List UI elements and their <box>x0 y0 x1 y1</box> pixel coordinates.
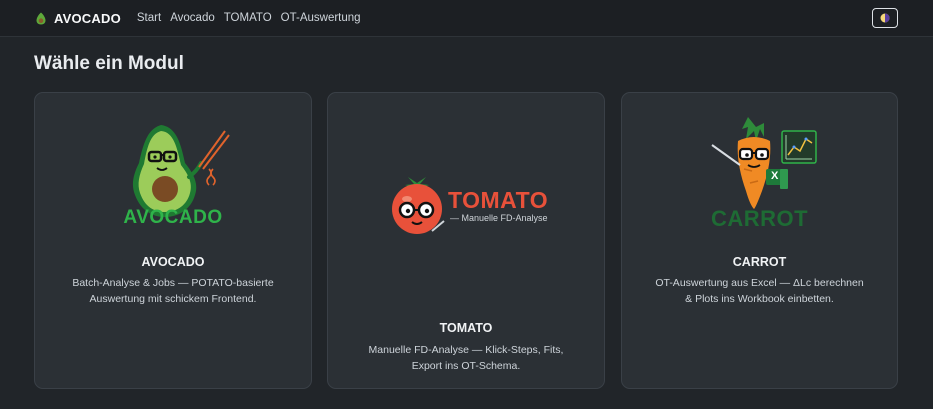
module-card-carrot[interactable]: X CARROT CARROT OT-Auswertung aus Excel … <box>621 92 898 389</box>
nav-link-ot-auswertung[interactable]: OT-Auswertung <box>281 12 361 24</box>
theme-contrast-icon <box>880 13 890 23</box>
nav-link-tomato[interactable]: TOMATO <box>224 12 272 24</box>
module-description-avocado: Batch-Analyse & Jobs — POTATO-basierte A… <box>72 277 274 305</box>
module-card-avocado[interactable]: AVOCADO AVOCADO Batch-Analyse & Jobs — P… <box>34 92 312 389</box>
theme-toggle-button[interactable] <box>872 8 898 28</box>
module-card-tomato[interactable]: TOMATO — Manuelle FD-Analyse TOMATO Manu… <box>327 92 605 389</box>
nav-link-start[interactable]: Start <box>137 12 161 24</box>
module-description-carrot: OT-Auswertung aus Excel — ΔLc berechnen … <box>655 277 864 305</box>
page-title: Wähle ein Modul <box>34 53 184 74</box>
tomato-logo-text: TOMATO <box>448 187 549 213</box>
carrot-logo <box>711 117 817 209</box>
nav-link-avocado[interactable]: Avocado <box>170 12 215 24</box>
module-description-tomato: Manuelle FD-Analyse — Klick-Steps, Fits,… <box>368 344 564 372</box>
excel-x-label: X <box>771 170 779 182</box>
avocado-icon <box>36 12 46 24</box>
module-title-carrot: CARROT <box>732 255 787 269</box>
brand-label: AVOCADO <box>54 10 121 26</box>
navbar: AVOCADO Start Avocado TOMATO OT-Auswertu… <box>0 0 933 37</box>
tomato-logo-subtext: — Manuelle FD-Analyse <box>450 213 548 223</box>
module-title-avocado: AVOCADO <box>141 255 205 269</box>
carrot-logo-text: CARROT <box>710 206 809 231</box>
nav-links: Start Avocado TOMATO OT-Auswertung <box>137 12 370 24</box>
brand-link[interactable]: AVOCADO <box>35 11 121 26</box>
avocado-logo-text: AVOCADO <box>123 207 223 228</box>
tomato-logo <box>392 177 445 234</box>
module-title-tomato: TOMATO <box>439 321 493 335</box>
